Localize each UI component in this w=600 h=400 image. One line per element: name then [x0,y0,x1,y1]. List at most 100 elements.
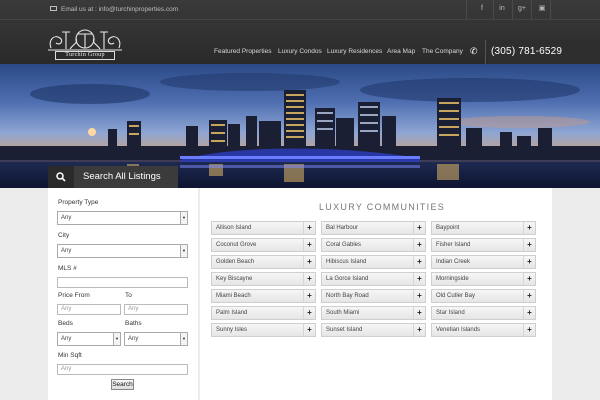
beds-select[interactable]: Any ▼ [57,332,121,346]
community-item[interactable]: Baypoint + [431,221,536,235]
phone-divider [485,40,486,64]
community-item[interactable]: Indian Creek + [431,255,536,269]
social-divider [466,0,467,19]
plus-icon: + [413,222,425,234]
logo[interactable]: Turchin Group [46,26,124,60]
community-name: Bal Harbour [326,225,359,231]
search-icon [48,166,74,188]
community-item[interactable]: Sunny Isles + [211,323,316,337]
plus-icon: + [523,222,535,234]
nav-the-company[interactable]: The Company [422,48,463,55]
phone-number[interactable]: (305) 781-6529 [491,46,562,57]
price-to-label: To [125,292,132,299]
plus-icon: + [303,222,315,234]
linkedin-icon[interactable]: in [496,3,508,15]
chevron-down-icon: ▼ [180,333,187,345]
plus-icon: + [303,307,315,319]
nav-featured-properties[interactable]: Featured Properties [214,48,271,55]
community-name: Sunny Isles [216,327,248,333]
mls-input[interactable] [57,277,188,288]
community-name: Venetian Islands [436,327,481,333]
community-item[interactable]: Fisher Island + [431,238,536,252]
community-item[interactable]: Key Biscayne + [211,272,316,286]
nav-luxury-condos[interactable]: Luxury Condos [278,48,322,55]
logo-text: Turchin Group [55,51,115,60]
plus-icon: + [523,324,535,336]
community-name: La Gorce Island [326,276,369,282]
facebook-icon[interactable]: f [476,3,488,15]
community-item[interactable]: Palm Island + [211,306,316,320]
plus-icon: + [303,256,315,268]
chevron-down-icon: ▼ [113,333,120,345]
city-value: Any [61,248,72,254]
plus-icon: + [523,239,535,251]
plus-icon: + [413,256,425,268]
plus-icon: + [303,290,315,302]
property-type-select[interactable]: Any ▼ [57,211,188,225]
community-name: Miami Beach [216,293,251,299]
city-label: City [58,232,70,239]
community-item[interactable]: La Gorce Island + [321,272,426,286]
baths-label: Baths [125,320,142,327]
community-item[interactable]: South Miami + [321,306,426,320]
nav-area-map[interactable]: Area Map [387,48,415,55]
community-item[interactable]: Venetian Islands + [431,323,536,337]
mls-label: MLS # [58,265,77,272]
community-item[interactable]: Miami Beach + [211,289,316,303]
min-sqft-label: Min Sqft [58,352,82,359]
search-tab-label: Search All Listings [83,171,161,182]
price-to-input[interactable]: Any [124,304,188,315]
community-item[interactable]: Hibiscus Island + [321,255,426,269]
nav-luxury-residences[interactable]: Luxury Residences [327,48,382,55]
search-button[interactable]: Search [111,379,134,390]
community-item[interactable]: Coconut Grove + [211,238,316,252]
community-item[interactable]: Bal Harbour + [321,221,426,235]
plus-icon: + [413,273,425,285]
min-sqft-input[interactable]: Any [57,364,188,375]
plus-icon: + [413,324,425,336]
email-contact[interactable]: Email us at : info@turchinproperties.com [50,5,178,13]
plus-icon: + [523,307,535,319]
community-name: South Miami [326,310,360,316]
plus-icon: + [303,324,315,336]
community-name: Coral Gables [326,242,362,248]
plus-icon: + [413,307,425,319]
price-from-label: Price From [58,292,90,299]
social-divider [550,0,551,19]
community-item[interactable]: Old Cutler Bay + [431,289,536,303]
city-select[interactable]: Any ▼ [57,244,188,258]
community-item[interactable]: Allison Island + [211,221,316,235]
plus-icon: + [523,256,535,268]
phone-icon: ✆ [470,46,478,56]
community-name: Palm Island [216,310,248,316]
plus-icon: + [523,290,535,302]
community-item[interactable]: Sunset Island + [321,323,426,337]
plus-icon: + [303,273,315,285]
envelope-icon [50,5,57,11]
community-name: Fisher Island [436,242,471,248]
chevron-down-icon: ▼ [180,212,187,224]
google-plus-icon[interactable]: g+ [516,3,528,15]
baths-select[interactable]: Any ▼ [124,332,188,346]
community-name: Golden Beach [216,259,255,265]
community-item[interactable]: North Bay Road + [321,289,426,303]
community-name: Key Biscayne [216,276,253,282]
property-type-value: Any [61,215,72,221]
baths-value: Any [128,336,139,342]
price-from-input[interactable]: Any [57,304,121,315]
community-name: Morningside [436,276,469,282]
community-item[interactable]: Star Island + [431,306,536,320]
community-item[interactable]: Coral Gables + [321,238,426,252]
blog-icon[interactable]: ▣ [536,3,548,15]
header-divider [0,19,600,20]
community-name: Allison Island [216,225,252,231]
property-type-label: Property Type [58,199,99,206]
community-item[interactable]: Morningside + [431,272,536,286]
beds-label: Beds [58,320,73,327]
community-item[interactable]: Golden Beach + [211,255,316,269]
community-name: Old Cutler Bay [436,293,476,299]
community-name: Baypoint [436,225,460,231]
communities-title: LUXURY COMMUNITIES [319,202,446,212]
community-name: North Bay Road [326,293,369,299]
community-name: Coconut Grove [216,242,257,248]
